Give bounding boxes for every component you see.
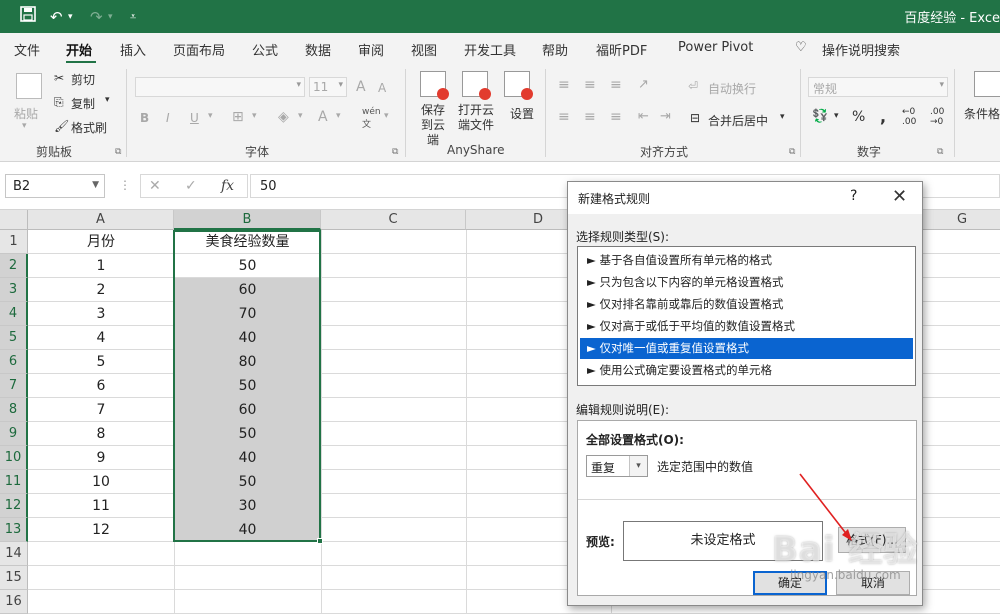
watermark-url: jingyan.baidu.com [790, 568, 901, 582]
baidu-watermark-logo: Bai 经验 [772, 530, 919, 570]
